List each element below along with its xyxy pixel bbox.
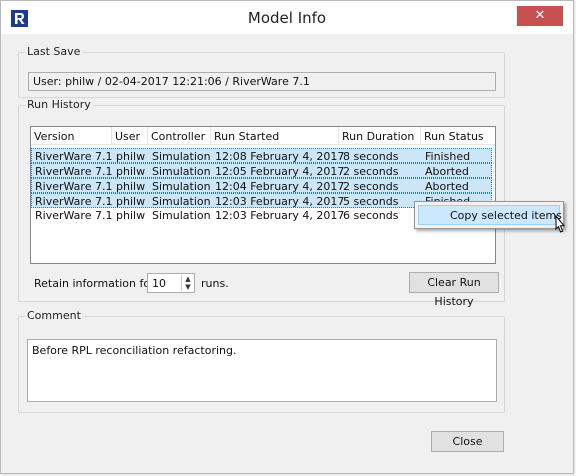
window-title: Model Info: [247, 9, 327, 27]
column-header-version[interactable]: Version: [34, 130, 74, 143]
cell-user: philw: [116, 180, 146, 193]
cell-run-duration: 6 seconds: [343, 209, 399, 222]
cell-controller: Simulation: [152, 180, 211, 193]
cell-version: RiverWare 7.1: [35, 165, 113, 178]
runs-label: runs.: [201, 277, 229, 290]
cell-run-duration: 2 seconds: [343, 165, 399, 178]
cell-run-status: Aborted: [425, 180, 469, 193]
cell-run-status: Aborted: [425, 165, 469, 178]
cell-run-started: 12:05 February 4, 2017: [215, 165, 345, 178]
column-header-controller[interactable]: Controller: [151, 130, 205, 143]
retain-runs-spinner[interactable]: 10 ▲ ▼: [147, 273, 195, 293]
table-row[interactable]: RiverWare 7.1 philw Simulation 12:05 Feb…: [31, 163, 492, 178]
menu-item-label: Copy selected items: [450, 209, 562, 222]
cell-run-duration: 5 seconds: [343, 195, 399, 208]
column-header-run-duration[interactable]: Run Duration: [342, 130, 414, 143]
close-button[interactable]: Close: [431, 431, 504, 452]
cell-controller: Simulation: [152, 150, 211, 163]
dialog-body: Last Save User: philw / 02-04-2017 12:21…: [9, 34, 565, 468]
menu-item-copy-selected[interactable]: Copy selected items: [418, 205, 562, 225]
cell-user: philw: [116, 195, 146, 208]
cell-controller: Simulation: [152, 195, 211, 208]
cell-run-duration: 2 seconds: [343, 180, 399, 193]
column-divider[interactable]: [338, 127, 339, 145]
title-bar[interactable]: Model Info ✕: [1, 1, 573, 34]
window-close-button[interactable]: ✕: [517, 6, 563, 26]
spinner-buttons: ▲ ▼: [181, 275, 193, 291]
retain-runs-value[interactable]: 10: [152, 277, 166, 290]
spinner-down-icon[interactable]: ▼: [183, 283, 193, 291]
column-divider[interactable]: [147, 127, 148, 145]
table-row[interactable]: RiverWare 7.1 philw Simulation 12:08 Feb…: [31, 148, 492, 163]
spinner-up-icon[interactable]: ▲: [183, 275, 193, 283]
mouse-pointer-icon: [555, 215, 566, 233]
close-icon: ✕: [534, 8, 546, 23]
clear-run-history-button[interactable]: Clear Run History: [409, 272, 499, 308]
cell-user: philw: [116, 209, 146, 222]
retain-label: Retain information for: [34, 277, 155, 290]
comment-textarea[interactable]: Before RPL reconciliation refactoring.: [27, 339, 497, 402]
column-divider[interactable]: [111, 127, 112, 145]
cell-run-started: 12:03 February 4, 2017: [215, 195, 345, 208]
run-history-table[interactable]: Version User Controller Run Started Run …: [30, 126, 496, 264]
table-row[interactable]: RiverWare 7.1 philw Simulation 12:04 Feb…: [31, 178, 492, 193]
cell-run-started: 12:04 February 4, 2017: [215, 180, 345, 193]
model-info-dialog: Model Info ✕ Last Save User: philw / 02-…: [0, 0, 574, 474]
cell-version: RiverWare 7.1: [35, 209, 113, 222]
last-save-legend: Last Save: [25, 45, 83, 58]
cell-run-status: Finished: [425, 150, 471, 163]
cell-version: RiverWare 7.1: [35, 150, 113, 163]
comment-group: Comment Before RPL reconciliation refact…: [18, 309, 505, 413]
cell-run-started: 12:03 February 4, 2017: [215, 209, 345, 222]
context-menu: Copy selected items: [414, 201, 564, 229]
cell-user: philw: [116, 150, 146, 163]
cell-version: RiverWare 7.1: [35, 195, 113, 208]
last-save-group: Last Save User: philw / 02-04-2017 12:21…: [18, 45, 505, 98]
last-save-field[interactable]: User: philw / 02-04-2017 12:21:06 / Rive…: [28, 72, 496, 91]
column-divider[interactable]: [420, 127, 421, 145]
cell-version: RiverWare 7.1: [35, 180, 113, 193]
cell-controller: Simulation: [152, 165, 211, 178]
cell-controller: Simulation: [152, 209, 211, 222]
cell-run-duration: 8 seconds: [343, 150, 399, 163]
column-divider[interactable]: [210, 127, 211, 145]
table-header: Version User Controller Run Started Run …: [31, 127, 495, 145]
column-header-run-status[interactable]: Run Status: [424, 130, 484, 143]
cell-user: philw: [116, 165, 146, 178]
column-header-user[interactable]: User: [115, 130, 140, 143]
run-history-legend: Run History: [25, 98, 93, 111]
column-header-run-started[interactable]: Run Started: [214, 130, 279, 143]
comment-legend: Comment: [25, 309, 83, 322]
cell-run-started: 12:08 February 4, 2017: [215, 150, 345, 163]
